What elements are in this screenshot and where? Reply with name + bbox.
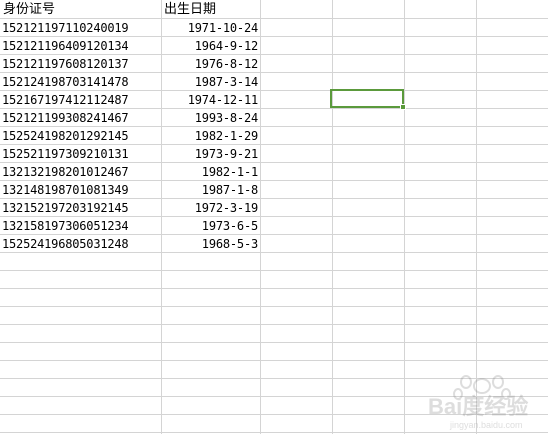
cell-id[interactable]: 152121197608120137	[0, 55, 161, 73]
fill-handle[interactable]	[400, 104, 406, 110]
cell-id[interactable]: 132158197306051234	[0, 217, 161, 235]
header-cell-birth[interactable]: 出生日期	[161, 1, 260, 19]
cell-id[interactable]: 152121197110240019	[0, 19, 161, 37]
cell-birth[interactable]: 1987-3-14	[161, 73, 260, 91]
spreadsheet: 身份证号 出生日期 152121197110240019 1971-10-24 1521…	[0, 0, 548, 434]
cell-id[interactable]: 152121196409120134	[0, 37, 161, 55]
cell-id[interactable]: 152524196805031248	[0, 235, 161, 253]
cell-birth[interactable]: 1971-10-24	[161, 19, 260, 37]
cell-id[interactable]: 152524198201292145	[0, 127, 161, 145]
cell-birth[interactable]: 1968-5-3	[161, 235, 260, 253]
cell-id[interactable]: 152521197309210131	[0, 145, 161, 163]
cell-id[interactable]: 152167197412112487	[0, 91, 161, 109]
cell-birth[interactable]: 1993-8-24	[161, 109, 260, 127]
cell-birth[interactable]: 1973-9-21	[161, 145, 260, 163]
cell-id[interactable]: 132132198201012467	[0, 163, 161, 181]
cell-birth[interactable]: 1973-6-5	[161, 217, 260, 235]
cell-id[interactable]: 152121199308241467	[0, 109, 161, 127]
cell-birth[interactable]: 1972-3-19	[161, 199, 260, 217]
cell-birth[interactable]: 1987-1-8	[161, 181, 260, 199]
header-cell-id[interactable]: 身份证号	[0, 1, 161, 19]
cell-id[interactable]: 152124198703141478	[0, 73, 161, 91]
cell-id[interactable]: 132152197203192145	[0, 199, 161, 217]
cell-birth[interactable]: 1982-1-1	[161, 163, 260, 181]
cell-birth[interactable]: 1964-9-12	[161, 37, 260, 55]
cell-birth[interactable]: 1982-1-29	[161, 127, 260, 145]
cell-birth[interactable]: 1974-12-11	[161, 91, 260, 109]
cell-id[interactable]: 132148198701081349	[0, 181, 161, 199]
cell-birth[interactable]: 1976-8-12	[161, 55, 260, 73]
selected-cell[interactable]	[330, 89, 404, 108]
